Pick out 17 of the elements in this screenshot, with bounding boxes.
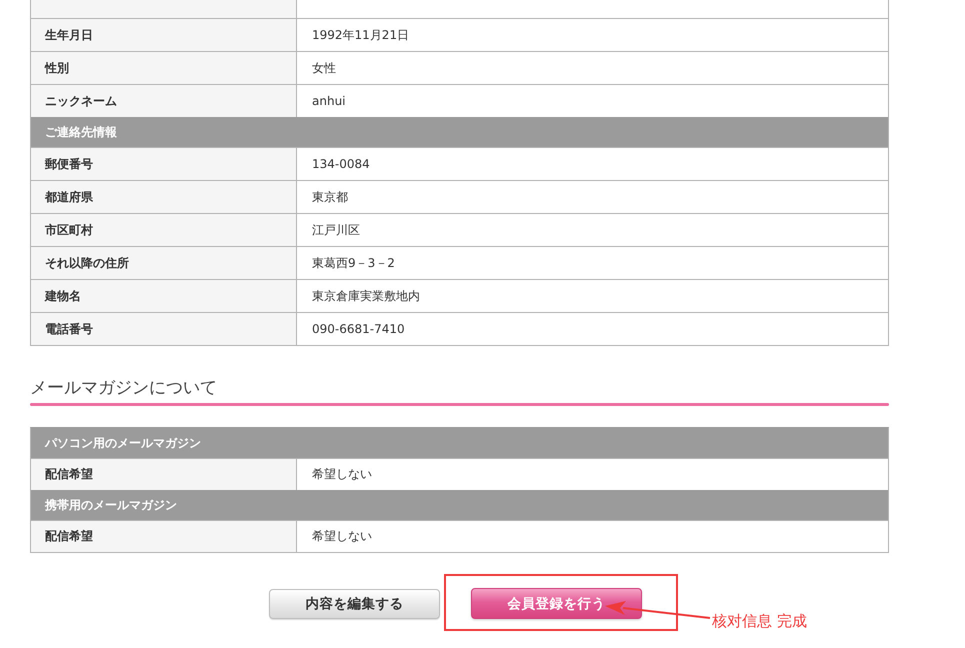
annotation-text: 核对信息 完成 [712, 612, 807, 630]
field-label: 配信希望 [31, 459, 297, 490]
section-title: メールマガジンについて [30, 377, 218, 400]
section-header: ご連絡先情報 [31, 117, 888, 147]
section-header: 携帯用のメールマガジン [31, 490, 888, 520]
field-label: 電話番号 [31, 313, 297, 345]
field-label: 性別 [31, 52, 297, 84]
field-label: 生年月日 [31, 19, 297, 51]
field-label: 建物名 [31, 280, 297, 312]
field-label: 配信希望 [31, 521, 297, 552]
edit-button[interactable]: 内容を編集する [269, 589, 440, 619]
field-label: ニックネーム [31, 85, 297, 117]
field-label: 郵便番号 [31, 148, 297, 180]
field-label: それ以降の住所 [31, 247, 297, 279]
section-header: パソコン用のメールマガジン [31, 428, 888, 458]
field-label: 市区町村 [31, 214, 297, 246]
field-label: 都道府県 [31, 181, 297, 213]
